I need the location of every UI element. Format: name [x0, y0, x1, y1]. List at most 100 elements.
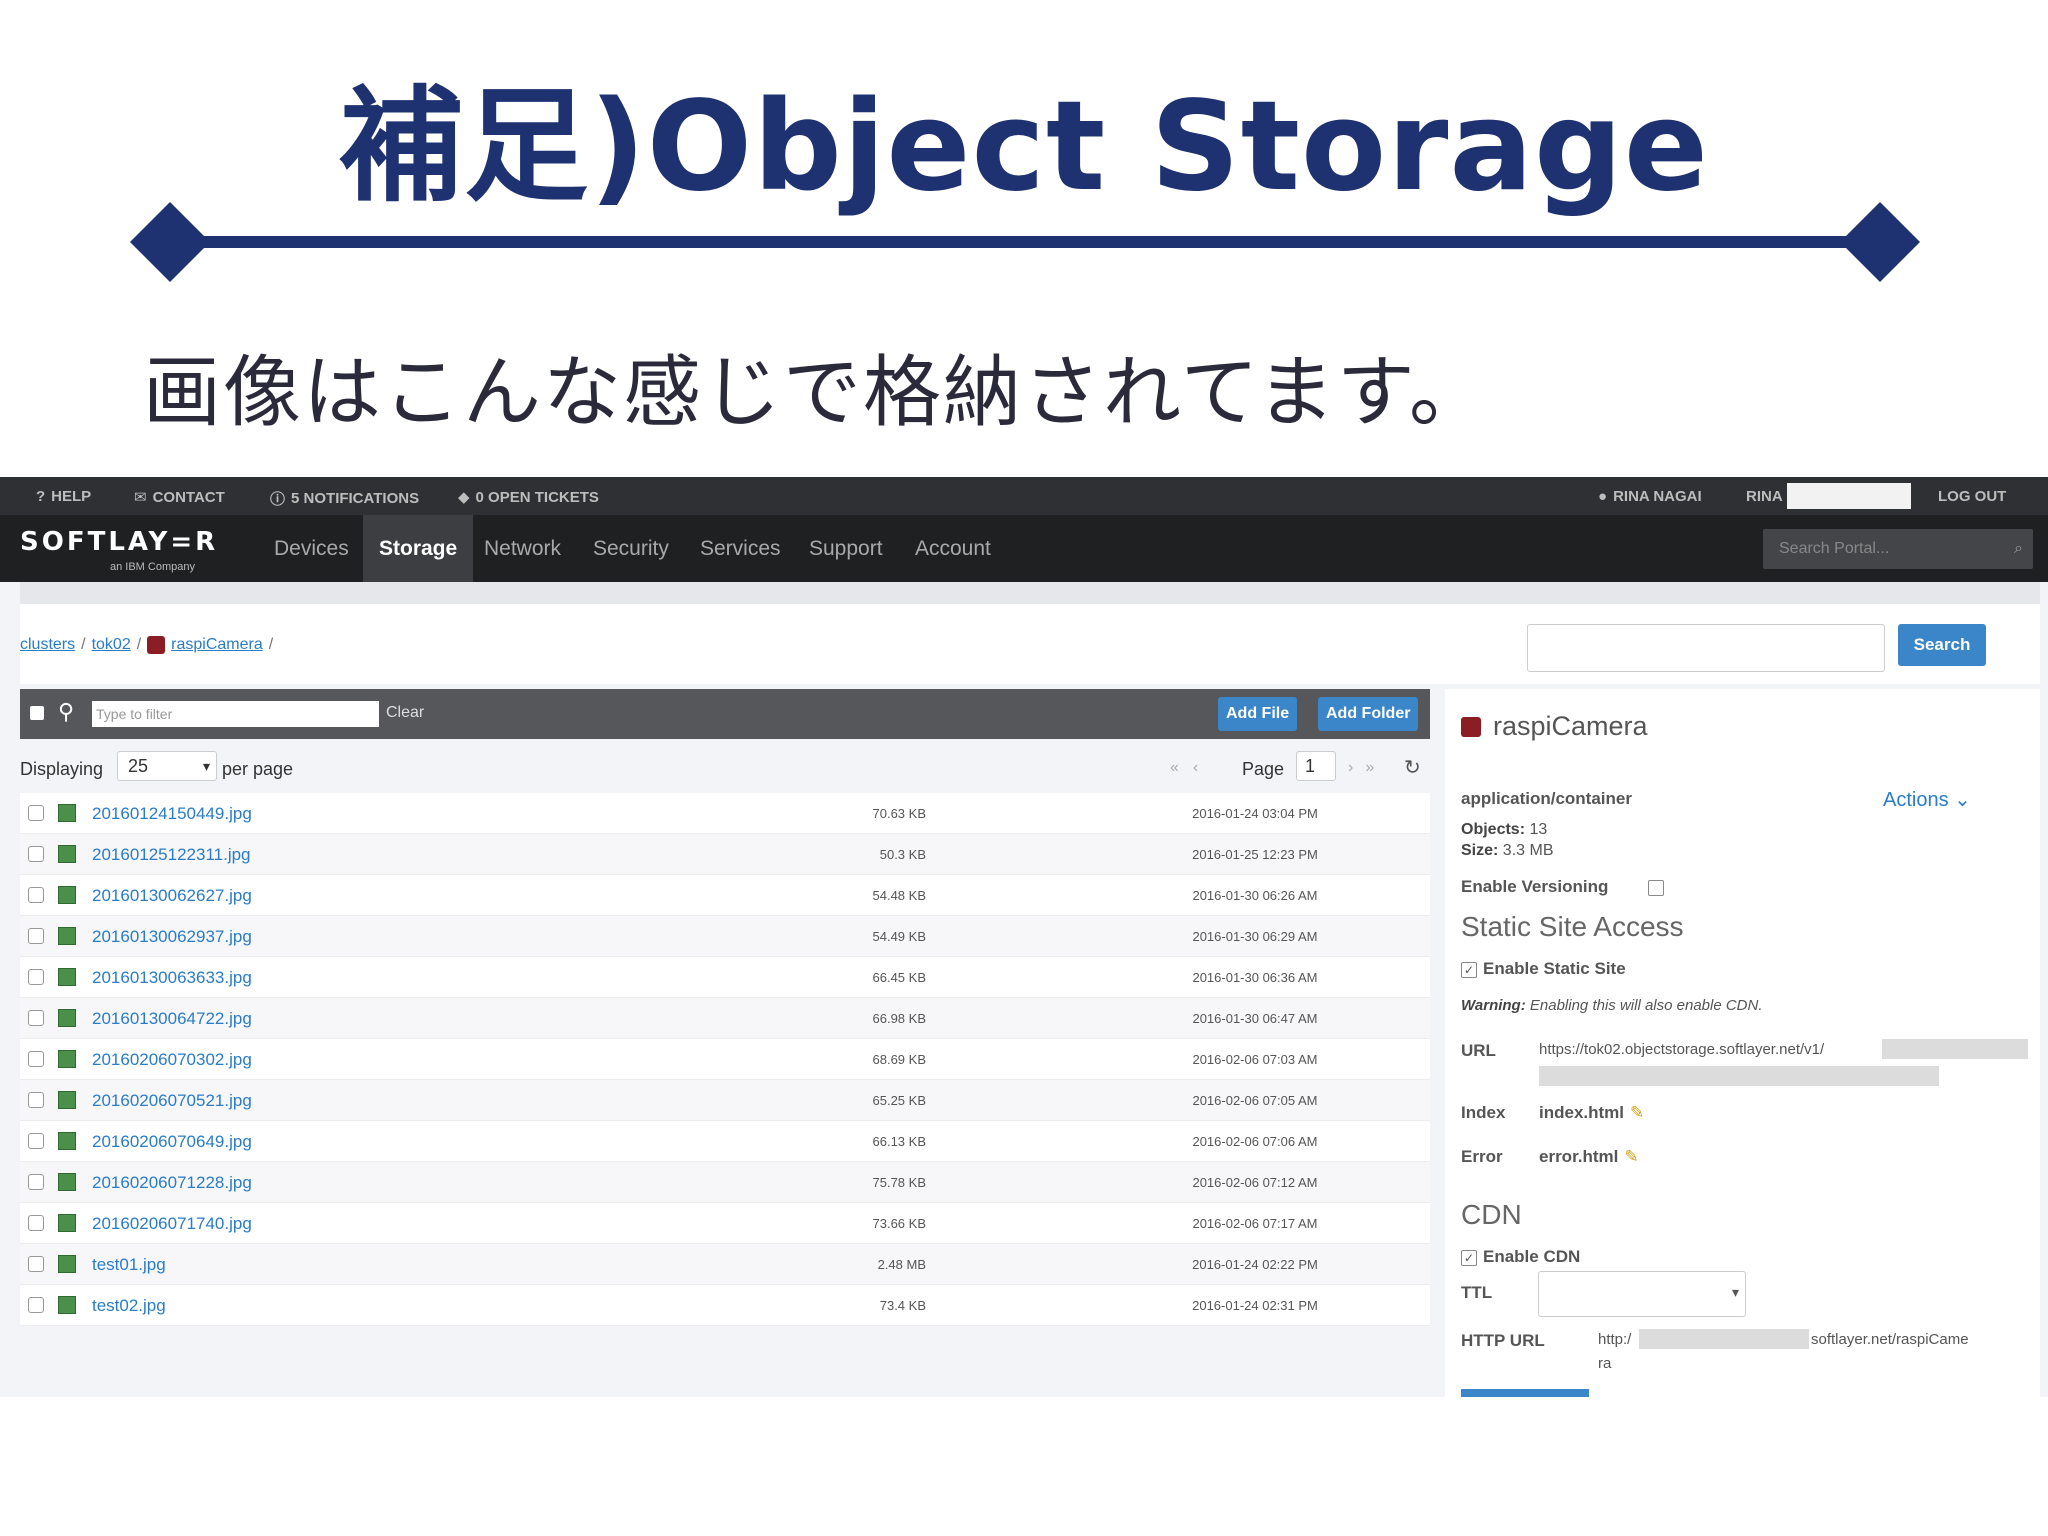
table-row[interactable]: 20160206071740.jpg 73.66 KB 2016-02-06 07:…	[20, 1203, 1430, 1244]
contact-link[interactable]: ✉ CONTACT	[134, 488, 225, 507]
nav-support[interactable]: Support	[797, 515, 895, 582]
row-checkbox[interactable]	[28, 969, 44, 985]
row-checkbox[interactable]	[28, 1174, 44, 1190]
object-search-input[interactable]	[1527, 624, 1885, 672]
file-size: 68.69 KB	[872, 1052, 927, 1067]
file-date: 2016-02-06 07:03 AM	[1192, 1052, 1318, 1067]
file-size: 66.13 KB	[872, 1134, 927, 1149]
row-checkbox[interactable]	[28, 1297, 44, 1313]
row-checkbox[interactable]	[28, 1010, 44, 1026]
row-checkbox[interactable]	[28, 928, 44, 944]
save-button[interactable]	[1461, 1389, 1589, 1397]
table-row[interactable]: 20160206070649.jpg 66.13 KB 2016-02-06 07:…	[20, 1121, 1430, 1162]
next-last-page-icons[interactable]: ›»	[1348, 759, 1386, 777]
add-folder-button[interactable]: Add Folder	[1318, 697, 1419, 731]
chevron-down-icon: ▾	[202, 758, 210, 774]
clear-filter-link[interactable]: Clear	[386, 704, 424, 722]
first-prev-page-icons[interactable]: «‹	[1170, 759, 1212, 777]
file-name-link[interactable]: 20160206071740.jpg	[92, 1214, 252, 1234]
file-date: 2016-01-30 06:36 AM	[1192, 970, 1318, 985]
file-size: 50.3 KB	[879, 847, 926, 862]
breadcrumb-tok02[interactable]: tok02	[92, 636, 131, 654]
refresh-icon[interactable]: ↻	[1404, 755, 1421, 780]
file-name-link[interactable]: 20160206070649.jpg	[92, 1132, 252, 1152]
cdn-checkbox[interactable]: ✓	[1461, 1249, 1477, 1266]
file-name-link[interactable]: 20160124150449.jpg	[92, 804, 252, 824]
table-row[interactable]: 20160130064722.jpg 66.98 KB 2016-01-30 06:…	[20, 998, 1430, 1039]
file-name-link[interactable]: 20160206070521.jpg	[92, 1091, 252, 1111]
file-date: 2016-02-06 07:06 AM	[1192, 1134, 1318, 1149]
row-checkbox[interactable]	[28, 1256, 44, 1272]
softlayer-logo[interactable]: SOFTLAY=R	[20, 527, 218, 557]
table-row[interactable]: test01.jpg 2.48 MB 2016-01-24 02:22 PM	[20, 1244, 1430, 1285]
static-site-checkbox[interactable]: ✓	[1461, 961, 1477, 978]
search-icon[interactable]: ⌕	[2014, 529, 2023, 569]
url-value: https://tok02.objectstorage.softlayer.ne…	[1539, 1041, 1825, 1058]
breadcrumb-raspicamera[interactable]: raspiCamera	[171, 636, 263, 654]
filter-input[interactable]: Type to filter	[92, 701, 379, 727]
table-row[interactable]: 20160130062627.jpg 54.48 KB 2016-01-30 06:…	[20, 875, 1430, 916]
row-checkbox[interactable]	[28, 846, 44, 862]
file-name-link[interactable]: 20160130062627.jpg	[92, 886, 252, 906]
portal-search-input[interactable]: Search Portal... ⌕	[1763, 529, 2033, 569]
row-checkbox[interactable]	[28, 805, 44, 821]
file-name-link[interactable]: 20160206070302.jpg	[92, 1050, 252, 1070]
file-date: 2016-01-30 06:26 AM	[1192, 888, 1318, 903]
static-site-heading: Static Site Access	[1461, 911, 1684, 942]
cdn-toggle[interactable]: ✓ Enable CDN	[1461, 1247, 1580, 1267]
table-row[interactable]: 20160130062937.jpg 54.49 KB 2016-01-30 06:…	[20, 916, 1430, 957]
table-row[interactable]: 20160130063633.jpg 66.45 KB 2016-01-30 06:…	[20, 957, 1430, 998]
row-checkbox[interactable]	[28, 1092, 44, 1108]
file-size: 54.49 KB	[872, 929, 927, 944]
file-name-link[interactable]: 20160206071228.jpg	[92, 1173, 252, 1193]
add-file-button[interactable]: Add File	[1218, 697, 1298, 731]
cdn-heading: CDN	[1461, 1199, 1522, 1230]
file-name-link[interactable]: 20160130064722.jpg	[92, 1009, 252, 1029]
slide-title: 補足)Object Storage	[339, 75, 1709, 219]
select-all-checkbox[interactable]	[30, 706, 44, 720]
ttl-select[interactable]: ▾	[1538, 1271, 1746, 1317]
nav-account[interactable]: Account	[903, 515, 1003, 582]
actions-dropdown[interactable]: Actions ⌄	[1883, 787, 1971, 812]
notifications-link[interactable]: ⓘ 5 NOTIFICATIONS	[270, 488, 419, 509]
row-checkbox[interactable]	[28, 887, 44, 903]
per-page-select[interactable]: 25 ▾	[117, 751, 217, 781]
logout-link[interactable]: LOG OUT	[1938, 488, 2006, 505]
pencil-icon[interactable]: ✎	[1624, 1147, 1638, 1166]
table-row[interactable]: test02.jpg 73.4 KB 2016-01-24 02:31 PM	[20, 1285, 1430, 1326]
file-size: 66.45 KB	[872, 970, 927, 985]
file-date: 2016-01-24 03:04 PM	[1192, 806, 1318, 821]
table-row[interactable]: 20160206070521.jpg 65.25 KB 2016-02-06 07:…	[20, 1080, 1430, 1121]
table-row[interactable]: 20160206071228.jpg 75.78 KB 2016-02-06 07:…	[20, 1162, 1430, 1203]
row-checkbox[interactable]	[28, 1215, 44, 1231]
file-size: 73.66 KB	[872, 1216, 927, 1231]
search-button[interactable]: Search	[1898, 624, 1986, 666]
table-row[interactable]: 20160125122311.jpg 50.3 KB 2016-01-25 12:2…	[20, 834, 1430, 875]
nav-security[interactable]: Security	[581, 515, 681, 582]
user-menu[interactable]: ● RINA NAGAI	[1598, 488, 1702, 505]
row-checkbox[interactable]	[28, 1133, 44, 1149]
page-number-input[interactable]: 1	[1296, 751, 1336, 781]
nav-services[interactable]: Services	[688, 515, 793, 582]
file-name-link[interactable]: test01.jpg	[92, 1255, 166, 1275]
pencil-icon[interactable]: ✎	[1630, 1103, 1644, 1122]
index-label: Index	[1461, 1103, 1506, 1122]
tickets-link[interactable]: ◆ 0 OPEN TICKETS	[458, 488, 599, 507]
table-row[interactable]: 20160206070302.jpg 68.69 KB 2016-02-06 07:…	[20, 1039, 1430, 1080]
file-name-link[interactable]: 20160125122311.jpg	[92, 845, 251, 865]
nav-network[interactable]: Network	[472, 515, 573, 582]
help-link[interactable]: ? HELP	[36, 488, 91, 505]
file-name-link[interactable]: 20160130063633.jpg	[92, 968, 252, 988]
table-row[interactable]: 20160124150449.jpg 70.63 KB 2016-01-24 03:…	[20, 793, 1430, 834]
versioning-checkbox[interactable]	[1648, 879, 1665, 896]
file-name-link[interactable]: 20160130062937.jpg	[92, 927, 252, 947]
breadcrumb-clusters[interactable]: clusters	[20, 636, 75, 654]
nav-storage[interactable]: Storage	[363, 515, 474, 582]
image-file-icon	[58, 1009, 76, 1027]
nav-devices[interactable]: Devices	[262, 515, 361, 582]
row-checkbox[interactable]	[28, 1051, 44, 1067]
image-file-icon	[58, 968, 76, 986]
static-site-toggle[interactable]: ✓ Enable Static Site	[1461, 959, 1626, 979]
file-name-link[interactable]: test02.jpg	[92, 1296, 166, 1316]
image-file-icon	[58, 1255, 76, 1273]
